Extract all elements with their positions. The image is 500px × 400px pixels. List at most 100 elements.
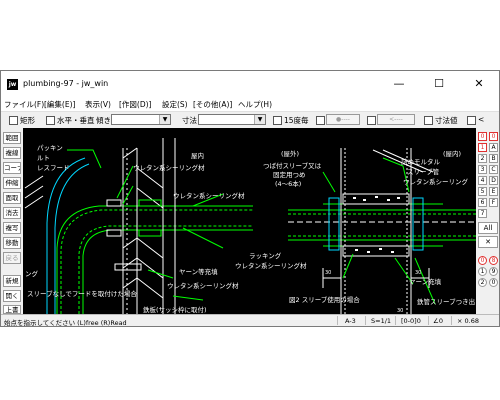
app-icon: jw [7,79,18,90]
close-button[interactable]: ✕ [459,71,499,97]
status-separator [337,316,338,325]
tool-corner[interactable]: コーナー [3,162,21,174]
label-sealant-right-2: ウレタン系シーリング材 [235,261,307,270]
layer-group-0[interactable]: 0 [478,132,487,141]
layer-group-4[interactable]: 4 [478,176,487,185]
arrow-line-checkbox[interactable] [367,116,376,125]
dimval-checkbox[interactable] [424,116,433,125]
tool-range[interactable]: 範囲 [3,132,21,144]
label-claw-count: (4〜6本) [275,179,301,188]
tilt-combo[interactable]: ▼ [111,114,171,125]
layer-d[interactable]: D [489,176,498,185]
tool-copy[interactable]: 複写 [3,222,21,234]
arrow-line-button[interactable]: <---- [377,114,415,125]
dim-30-right: 30 [415,270,421,276]
menu-view[interactable]: 表示(V) [85,99,111,110]
label-bolt: ルト [37,154,50,162]
status-separator [451,316,452,325]
dim-30-left: 30 [325,270,331,276]
close-icon[interactable]: ✕ [478,236,498,248]
write-layer-8[interactable]: 8 [489,256,498,265]
menu-settings[interactable]: 設定(S) [162,99,188,110]
dot-line-checkbox[interactable] [316,116,325,125]
tool-parallel[interactable]: 複線 [3,147,21,159]
drawing-canvas[interactable]: パッキン ルト レスフード 屋内 ウレタン系シーリング材 ウレタン系シーリング材… [23,128,476,314]
deg15-checkbox[interactable] [273,116,282,125]
menu-bar: ファイル(F) [編集(E)] 表示(V) [作図(D)] 設定(S) [その他… [1,97,499,111]
window-title: plumbing-97 - jw_win [23,79,109,88]
menu-file[interactable]: ファイル(F) [4,99,44,110]
layer-group-3[interactable]: 3 [478,165,487,174]
write-layer-10[interactable]: 0 [489,278,498,287]
extra-label: < [478,115,485,124]
layer-group-6[interactable]: 6 [478,198,487,207]
layer-b[interactable]: B [489,154,498,163]
label-mortar: 詰めモルタル [401,157,441,166]
layer-group-7[interactable]: 7 [478,209,487,218]
label-figure-2: 図2 スリーブ使用の場合 [289,295,360,304]
tool-chamfer[interactable]: 面取 [3,192,21,204]
layer-c[interactable]: C [489,165,498,174]
status-bar: 始点を指示してください (L)free (R)Read A-3 S=1/1 [0… [1,314,499,327]
status-separator [428,316,429,325]
label-sealant-1: ウレタン系シーリング材 [133,163,205,172]
label-sealant-3: ウレタン系シーリング材 [167,281,239,290]
hv-checkbox[interactable] [46,116,55,125]
maximize-button[interactable]: ☐ [419,71,459,97]
write-layer-1[interactable]: 1 [478,267,487,276]
label-ring: ング [25,269,39,278]
status-zoom[interactable]: × 0.68 [457,317,479,325]
layer-group-1[interactable]: 1 [478,143,487,152]
label-sleeve-pipe: スリーブ管 [407,167,440,176]
layer-group-2[interactable]: 2 [478,154,487,163]
rect-checkbox[interactable] [9,116,18,125]
tool-new[interactable]: 新規 [3,275,21,287]
write-layer-9[interactable]: 9 [489,267,498,276]
layer-group-5[interactable]: 5 [478,187,487,196]
write-layer-2[interactable]: 2 [478,278,487,287]
minimize-button[interactable]: — [379,71,419,97]
label-yarn-right: ヤーン充填 [409,277,442,286]
write-layer-0[interactable]: 0 [478,256,487,265]
tool-open[interactable]: 開く [3,290,21,302]
label-sealant-2: ウレタン系シーリング材 [173,191,245,200]
extra-checkbox[interactable] [467,116,476,125]
label-indoor-right: (屋内) [443,149,461,158]
tool-overwrite[interactable]: 上書 [3,305,21,314]
hv-label: 水平・垂直 [57,116,95,125]
status-paper[interactable]: A-3 [345,317,356,325]
status-angle[interactable]: ∠0 [433,317,443,325]
menu-draw[interactable]: [作図(D)] [119,99,151,110]
label-flange-sleeve: つば付スリーブ又は [263,161,322,170]
app-window: jw plumbing-97 - jw_win — ☐ ✕ ファイル(F) [編… [0,70,500,327]
layer-palette: 0 0 1 A 2 B 3 C 4 D 5 E 6 F 7 All ✕ 0 8 … [477,128,499,314]
status-prompt: 始点を指示してください (L)free (R)Read [4,319,127,327]
menu-help[interactable]: ヘルプ(H) [238,99,272,110]
title-bar: jw plumbing-97 - jw_win — ☐ ✕ [1,71,499,97]
dot-line-button[interactable]: ●---- [326,114,360,125]
label-packing: パッキン [37,144,63,152]
dim-label: 寸法 [182,116,197,125]
rect-label: 矩形 [20,116,35,125]
layer-e[interactable]: E [489,187,498,196]
status-layer[interactable]: [0-0]0 [401,317,421,325]
tool-erase[interactable]: 消去 [3,207,21,219]
layer-0[interactable]: 0 [489,132,498,141]
label-yarn-fill: ヤーン等充填 [179,267,218,276]
dim-combo[interactable]: ▼ [198,114,266,125]
status-scale[interactable]: S=1/1 [371,317,391,325]
layer-all-button[interactable]: All [478,222,498,234]
dimval-label: 寸法値 [435,116,458,125]
label-fixing-claw: 固定用つめ [273,170,306,179]
tool-stretch[interactable]: 伸縮 [3,177,21,189]
label-hood: レスフード [37,164,70,172]
menu-other[interactable]: [その他(A)] [193,99,232,110]
chevron-down-icon: ▼ [159,115,170,124]
menu-edit[interactable]: [編集(E)] [44,99,75,110]
tool-move[interactable]: 移動 [3,237,21,249]
label-indoor-left: 屋内 [191,151,204,160]
layer-f[interactable]: F [489,198,498,207]
tool-undo[interactable]: 戻る [3,252,21,264]
label-steel-sleeve: 鉄管スリーブつき出 [417,297,475,306]
layer-a[interactable]: A [489,143,498,152]
